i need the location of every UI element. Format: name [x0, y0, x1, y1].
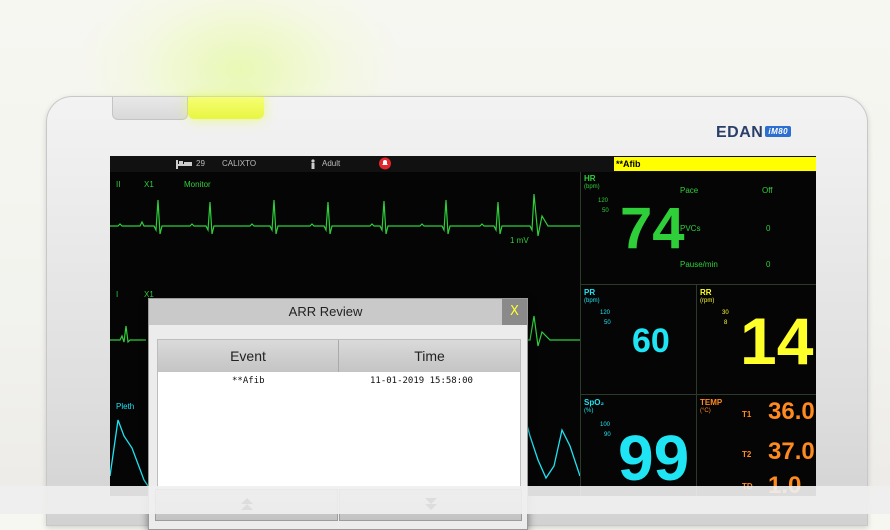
hr-label: HR	[584, 174, 596, 183]
patient-type: Adult	[322, 159, 341, 168]
rr-unit: (rpm)	[700, 298, 715, 304]
patient-info-bar[interactable]: 29 CALIXTO Adult **Afib	[110, 156, 816, 172]
dialog-close-button[interactable]: X	[502, 299, 527, 325]
spo2-unit: (%)	[584, 408, 594, 414]
rr-value: 14	[740, 304, 814, 378]
hr-value: 74	[620, 196, 685, 261]
pr-limit-high: 120	[600, 310, 611, 316]
hardware-key-gray[interactable]	[112, 97, 188, 120]
ecg1-waveform	[110, 193, 580, 237]
column-header-event[interactable]: Event	[158, 340, 339, 372]
bottom-fade	[0, 486, 890, 514]
bed-number: 29	[196, 159, 205, 168]
spo2-label: SpO₂	[584, 398, 604, 407]
t1-value: 36.0	[768, 398, 815, 425]
brand-name: EDAN	[716, 124, 764, 141]
person-icon	[310, 159, 316, 171]
hr-limit-high: 120	[598, 198, 609, 204]
pr-label: PR	[584, 288, 596, 297]
pace-label: Pace	[680, 186, 699, 195]
pause-label: Pause/min	[680, 260, 718, 269]
pr-limit-low: 50	[604, 320, 611, 326]
spo2-limit-low: 90	[604, 432, 611, 438]
bed-icon	[176, 159, 192, 171]
t2-label: T2	[742, 450, 752, 459]
hardware-key-alarm-light[interactable]	[188, 97, 264, 119]
rr-label: RR	[700, 288, 712, 297]
dialog-title: ARR Review	[149, 299, 502, 325]
ecg2-lead-label[interactable]: I	[116, 290, 118, 299]
pace-value: Off	[762, 186, 773, 195]
brand-model: iM80	[765, 126, 792, 137]
rr-limit-low: 8	[724, 320, 728, 326]
pause-value: 0	[766, 260, 771, 269]
patient-name: CALIXTO	[222, 159, 257, 168]
time-cell: 11-01-2019 15:58:00	[370, 376, 473, 386]
column-header-time[interactable]: Time	[339, 340, 520, 372]
pvcs-label: PVCs	[680, 224, 701, 233]
pr-value: 60	[632, 322, 670, 360]
param-separator-h1	[580, 284, 816, 285]
spo2-value: 99	[618, 422, 690, 494]
alarm-banner[interactable]: **Afib	[614, 157, 816, 171]
t1-label: T1	[742, 410, 752, 419]
spo2-limit-high: 100	[600, 422, 611, 428]
brand-logo: EDAN iM80	[716, 124, 792, 142]
alarm-bell-icon[interactable]	[378, 157, 392, 172]
arr-event-table: Event Time **Afib 11-01-2019 15:58:00	[157, 339, 521, 491]
param-separator-h2	[580, 394, 816, 395]
pvcs-value: 0	[766, 224, 771, 233]
param-separator-v	[580, 172, 581, 496]
temp-label: TEMP	[700, 398, 723, 407]
temp-unit: (°C)	[700, 408, 711, 414]
hr-limit-low: 50	[602, 208, 609, 214]
pr-unit: (bpm)	[584, 298, 600, 304]
hr-unit: (bpm)	[584, 184, 600, 190]
event-cell: **Afib	[232, 376, 265, 386]
param-separator-v2	[696, 284, 697, 496]
rr-limit-high: 30	[722, 310, 729, 316]
t2-value: 37.0	[768, 438, 815, 465]
